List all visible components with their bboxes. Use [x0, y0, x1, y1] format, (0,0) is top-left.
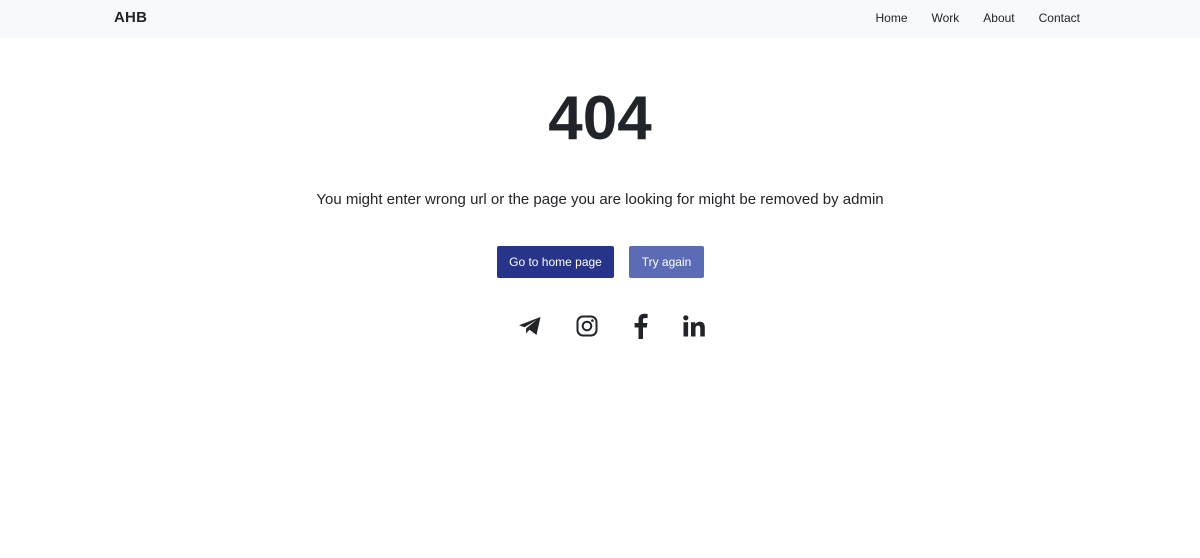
- linkedin-icon: [682, 314, 706, 338]
- nav-link-contact[interactable]: Contact: [1039, 11, 1080, 25]
- nav-link-work[interactable]: Work: [932, 11, 960, 25]
- telegram-icon: [518, 316, 542, 336]
- brand-logo[interactable]: AHB: [114, 9, 147, 26]
- nav-link-about[interactable]: About: [983, 11, 1014, 25]
- nav-link-home[interactable]: Home: [875, 11, 907, 25]
- error-message: You might enter wrong url or the page yo…: [316, 191, 884, 208]
- facebook-icon: [633, 313, 649, 339]
- try-again-button[interactable]: Try again: [629, 246, 704, 278]
- linkedin-link[interactable]: [680, 312, 708, 340]
- telegram-link[interactable]: [516, 312, 544, 340]
- error-code: 404: [548, 84, 652, 153]
- go-home-button[interactable]: Go to home page: [497, 246, 614, 278]
- nav-links: Home Work About Contact: [875, 11, 1080, 25]
- instagram-icon: [575, 314, 599, 338]
- navbar: AHB Home Work About Contact: [0, 0, 1200, 38]
- instagram-link[interactable]: [573, 312, 601, 340]
- facebook-link[interactable]: [627, 312, 655, 340]
